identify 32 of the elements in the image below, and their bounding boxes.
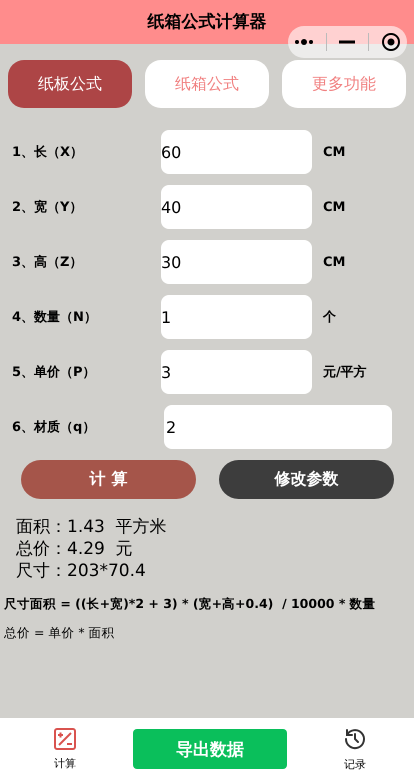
calculate-button[interactable]: 计 算	[21, 460, 196, 499]
nav-tab[interactable]: 计算	[30, 728, 100, 770]
field-label: 3、高（Z）	[12, 254, 84, 271]
field-label: 6、材质（q）	[12, 419, 96, 436]
edit-button[interactable]: 修改参数	[219, 460, 394, 499]
field-label: 2、宽（Y）	[12, 198, 84, 216]
unit-label: CM	[323, 254, 346, 270]
nav-tab[interactable]: 记录	[320, 726, 390, 772]
result-text: 尺寸：203*70.4	[16, 560, 146, 582]
unit-label: CM	[323, 200, 346, 214]
result-text: 面积：1.43 平方米	[16, 516, 167, 538]
minimize-icon[interactable]	[339, 40, 356, 44]
input-field[interactable]: 30	[161, 240, 312, 284]
tab[interactable]: 纸板公式	[8, 60, 132, 108]
input-field[interactable]: 60	[161, 130, 312, 174]
calculator-icon	[54, 728, 76, 750]
field-label: 1、长（X）	[12, 144, 84, 161]
input-field[interactable]: 2	[164, 405, 392, 449]
history-icon	[343, 726, 367, 750]
window-title: 纸箱公式计算器	[148, 11, 266, 34]
input-field[interactable]: 40	[161, 185, 312, 229]
input-field[interactable]: 3	[161, 350, 312, 394]
more-icon[interactable]	[294, 38, 314, 46]
field-label: 5、单价（P）	[12, 364, 97, 381]
result-text: 总价：4.29 元	[16, 538, 133, 560]
formula-text: 总价 = 单价 * 面积	[4, 625, 115, 642]
unit-label: CM	[323, 144, 346, 160]
unit-label: 个	[323, 309, 336, 326]
input-field[interactable]: 1	[161, 295, 312, 339]
field-label: 4、数量（N）	[12, 309, 98, 326]
unit-label: 元/平方	[323, 364, 367, 381]
formula-text: 尺寸面积 = ((长+宽)*2 + 3) * (宽+高+0.4) / 10000 * 数量	[4, 596, 376, 613]
